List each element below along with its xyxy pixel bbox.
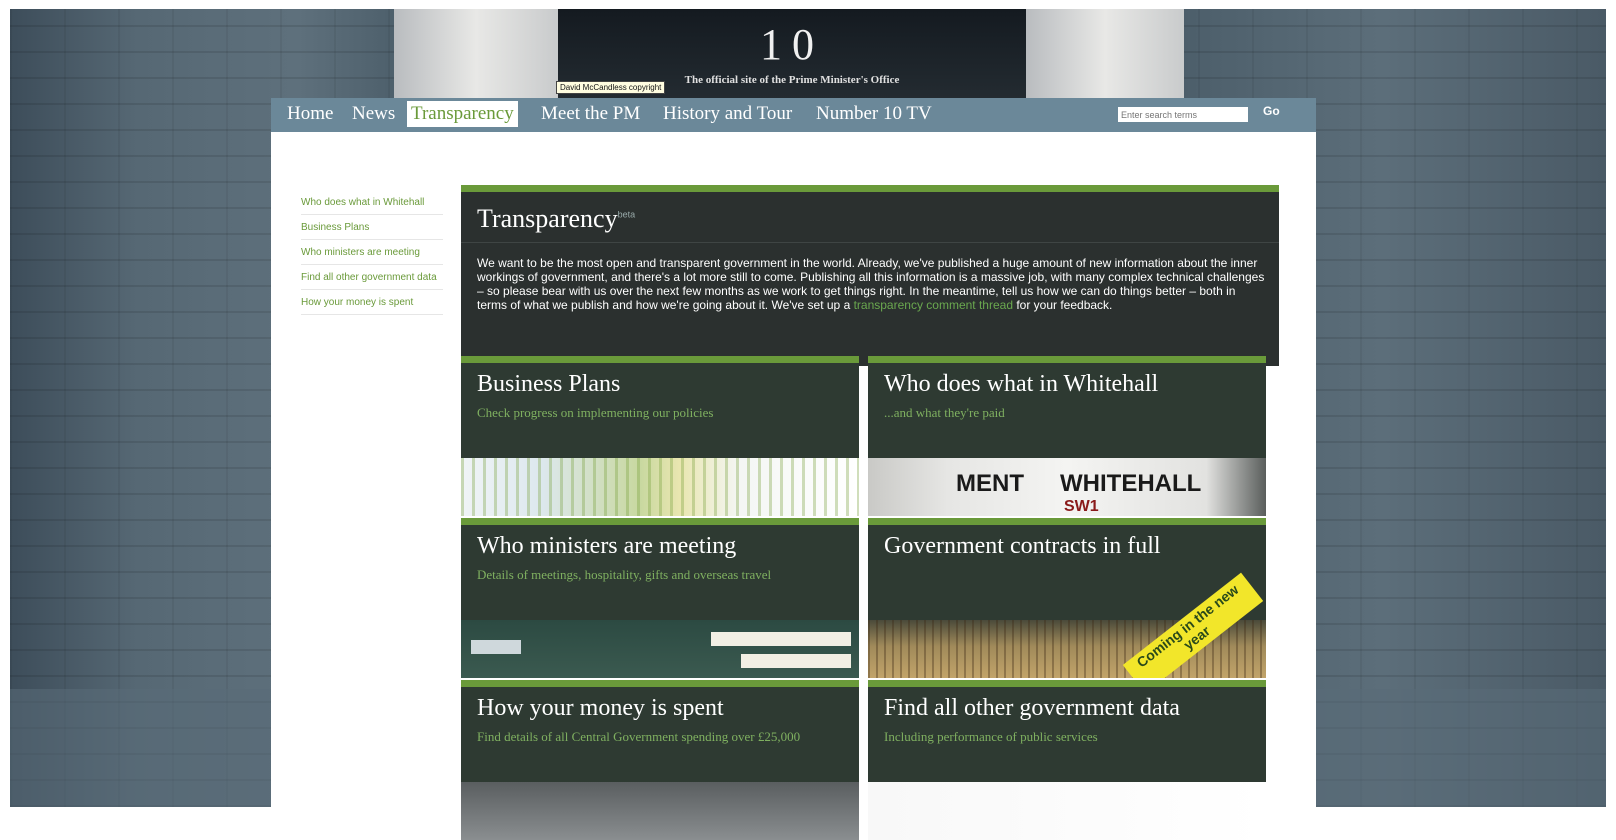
beta-badge: beta (617, 209, 636, 220)
sidebar-item-who-does-what[interactable]: Who does what in Whitehall (301, 190, 443, 215)
card-subtitle: Details of meetings, hospitality, gifts … (477, 567, 772, 582)
intro-text: We want to be the most open and transpar… (477, 256, 1267, 312)
data-chart-image (868, 782, 1266, 840)
comment-thread-link[interactable]: transparency comment thread (854, 298, 1013, 312)
nav-history-and-tour[interactable]: History and Tour (659, 101, 796, 127)
card-subtitle: Check progress on implementing our polic… (477, 405, 714, 420)
nav-number-10-tv[interactable]: Number 10 TV (812, 101, 936, 127)
go-button[interactable]: Go (1263, 104, 1280, 118)
money-spent-image (461, 782, 859, 840)
divider (461, 242, 1279, 243)
meeting-table-image (461, 620, 859, 678)
intro-text-end: for your feedback. (1013, 298, 1113, 312)
nav-transparency[interactable]: Transparency (407, 101, 518, 127)
card-subtitle: Including performance of public services (884, 729, 1098, 744)
paper-shape (711, 632, 851, 646)
card-business-plans[interactable]: Business Plans Check progress on impleme… (461, 356, 859, 516)
door-pillar-left (394, 9, 558, 109)
card-who-does-what[interactable]: MENT WHITEHALL SW1 Who does what in Whit… (868, 356, 1266, 516)
page-title: Transparencybeta (477, 204, 635, 234)
copyright-tooltip: David McCandless copyright (556, 81, 666, 94)
door-number: 10 (760, 20, 824, 69)
number-10-door: 10 The official site of the Prime Minist… (558, 9, 1026, 109)
card-title: Business Plans (477, 371, 621, 397)
page-content: Home News Transparency Meet the PM Histo… (271, 98, 1316, 840)
paper-shape (741, 654, 851, 668)
whitehall-sign-image: MENT WHITEHALL SW1 (868, 458, 1266, 516)
coming-soon-ribbon: Coming in the new year (1122, 572, 1264, 678)
business-plans-image (461, 458, 859, 516)
sign-postcode: SW1 (1064, 498, 1099, 515)
sidebar-item-government-data[interactable]: Find all other government data (301, 265, 443, 290)
main-nav: Home News Transparency Meet the PM Histo… (271, 98, 1316, 132)
card-government-data[interactable]: Find all other government data Including… (868, 680, 1266, 840)
card-ministers-meeting[interactable]: Who ministers are meeting Details of mee… (461, 518, 859, 678)
sidebar-item-money-spent[interactable]: How your money is spent (301, 290, 443, 315)
sidebar-item-ministers-meeting[interactable]: Who ministers are meeting (301, 240, 443, 265)
sidebar: Who does what in Whitehall Business Plan… (301, 190, 443, 315)
glass-shape (471, 640, 521, 654)
sign-left-text: MENT (956, 470, 1024, 497)
card-money-spent[interactable]: How your money is spent Find details of … (461, 680, 859, 840)
nav-home[interactable]: Home (283, 101, 337, 127)
card-title: Government contracts in full (884, 533, 1161, 559)
card-title: Who does what in Whitehall (884, 371, 1159, 397)
door-pillar-right (1026, 9, 1184, 109)
nav-news[interactable]: News (348, 101, 399, 127)
nav-meet-the-pm[interactable]: Meet the PM (537, 101, 644, 127)
card-subtitle: ...and what they're paid (884, 405, 1005, 420)
search-input[interactable] (1118, 107, 1248, 122)
sidebar-item-business-plans[interactable]: Business Plans (301, 215, 443, 240)
page-title-text: Transparency (477, 204, 618, 233)
card-subtitle: Find details of all Central Government s… (477, 729, 801, 744)
card-title: Find all other government data (884, 695, 1180, 721)
transparency-intro: Transparencybeta We want to be the most … (461, 185, 1279, 366)
sign-right-text: WHITEHALL (1060, 470, 1202, 497)
card-title: How your money is spent (477, 695, 724, 721)
card-government-contracts[interactable]: Coming in the new year Government contra… (868, 518, 1266, 678)
card-title: Who ministers are meeting (477, 533, 737, 559)
